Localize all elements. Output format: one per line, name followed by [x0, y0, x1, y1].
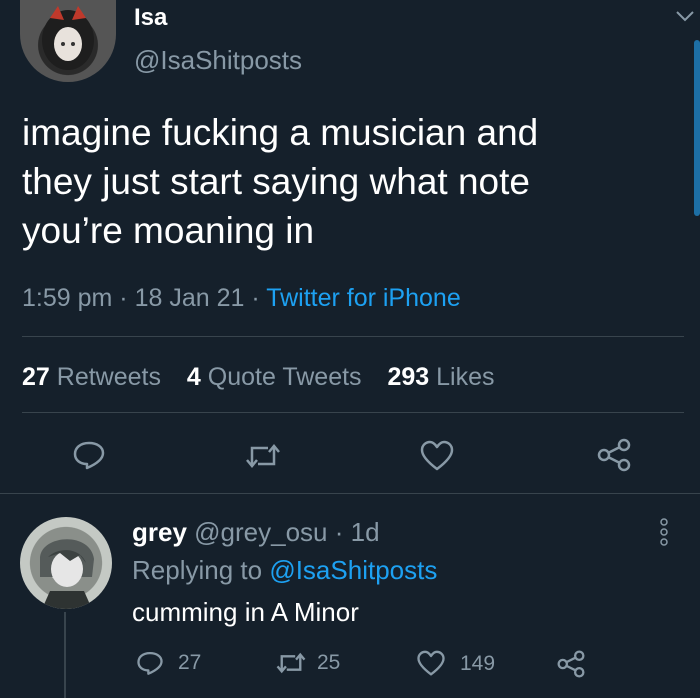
- avatar-art: [40, 539, 94, 609]
- like-count: 149: [460, 651, 496, 675]
- author-name[interactable]: Isa: [134, 4, 167, 32]
- share-icon[interactable]: [556, 650, 586, 678]
- divider: [22, 412, 684, 413]
- retweets-count: 27: [22, 363, 50, 391]
- likes-stat[interactable]: 293 Likes: [387, 363, 494, 391]
- tweet-meta: 1:59 pm · 18 Jan 21 · Twitter for iPhone: [22, 284, 461, 313]
- tweet-stats: 27 Retweets 4 Quote Tweets 293 Likes: [22, 363, 495, 392]
- tweet-date[interactable]: 18 Jan 21: [135, 284, 245, 312]
- quotes-label: Quote Tweets: [207, 363, 362, 391]
- avatar-art: [42, 6, 94, 70]
- retweets-label: Retweets: [56, 363, 161, 391]
- tweet-text-line: you’re moaning in: [22, 210, 315, 251]
- reply-separator: ·: [334, 517, 344, 547]
- reply-avatar[interactable]: [20, 517, 112, 609]
- scroll-indicator[interactable]: [694, 40, 700, 216]
- replying-prefix: Replying to: [132, 555, 263, 585]
- replying-to: Replying to @IsaShitposts: [132, 555, 437, 586]
- meta-separator: ·: [119, 284, 128, 312]
- replying-to-handle[interactable]: @IsaShitposts: [269, 555, 437, 585]
- tweet-text: imagine fucking a musician and they just…: [22, 108, 682, 255]
- thread-line: [64, 612, 66, 698]
- meta-separator: ·: [251, 284, 260, 312]
- tweet-source[interactable]: Twitter for iPhone: [266, 284, 461, 312]
- like-icon[interactable]: [419, 440, 455, 472]
- reply-header: grey @grey_osu · 1d: [132, 517, 380, 548]
- divider: [22, 336, 684, 337]
- reply-count: 27: [178, 651, 202, 674]
- likes-label: Likes: [436, 363, 495, 391]
- retweets-stat[interactable]: 27 Retweets: [22, 363, 168, 391]
- reply-text: cumming in A Minor: [132, 597, 359, 627]
- like-icon: [416, 650, 446, 677]
- quotes-stat[interactable]: 4 Quote Tweets: [187, 363, 369, 391]
- retweet-count: 25: [317, 651, 341, 674]
- quotes-count: 4: [186, 363, 201, 391]
- reply-author-handle[interactable]: @grey_osu: [194, 517, 327, 547]
- tweet-time[interactable]: 1:59 pm: [22, 284, 112, 312]
- author-avatar[interactable]: [20, 0, 116, 82]
- tweet-text-line: they just start saying what note: [22, 161, 530, 202]
- reply-action-retweet[interactable]: 25: [275, 651, 340, 675]
- tweet-text-line: imagine fucking a musician and: [22, 112, 539, 153]
- reply-icon: [136, 650, 164, 676]
- divider: [0, 493, 700, 494]
- retweet-icon: [275, 652, 307, 674]
- reply-icon[interactable]: [72, 440, 106, 470]
- reply-age[interactable]: 1d: [351, 517, 380, 547]
- likes-count: 293: [387, 363, 430, 391]
- reply-action-like[interactable]: 149: [416, 650, 495, 677]
- reply-author-name[interactable]: grey: [132, 517, 187, 547]
- share-icon[interactable]: [596, 438, 632, 472]
- chevron-down-icon[interactable]: [676, 10, 694, 22]
- more-icon[interactable]: [659, 518, 669, 546]
- author-handle[interactable]: @IsaShitposts: [134, 45, 302, 76]
- reply-action-reply[interactable]: 27: [136, 650, 201, 676]
- retweet-icon[interactable]: [244, 443, 282, 469]
